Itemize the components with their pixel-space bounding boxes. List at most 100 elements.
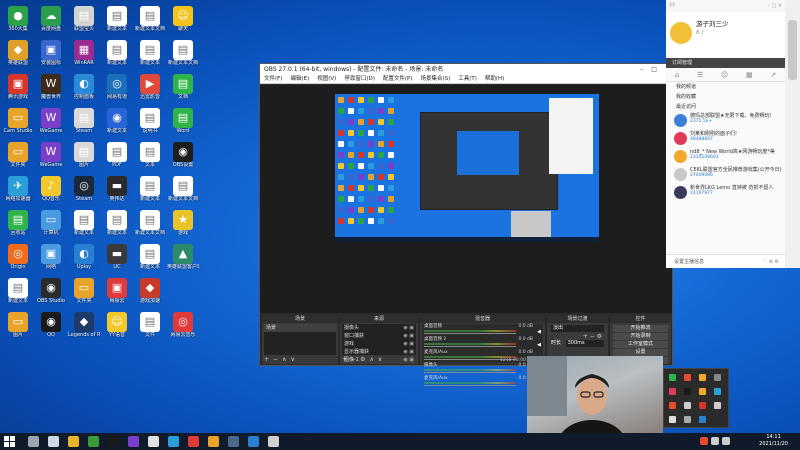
source-item[interactable]: 游戏 ◉ ▣	[342, 340, 416, 348]
source-item[interactable]: 摄像头 ◉ ▣	[342, 324, 416, 332]
desktop-icon[interactable]: ▤ 新建文本	[101, 40, 133, 76]
source-properties-gear-icon[interactable]: ⚙	[360, 356, 365, 363]
desktop-icon[interactable]: ☺ 聊天	[167, 6, 199, 42]
list-icon[interactable]: ☰	[697, 71, 703, 79]
tray-app-icon[interactable]	[669, 402, 676, 409]
desktop-icon[interactable]: ▤ 新建文本文档	[167, 176, 199, 212]
obs-menu-item[interactable]: 配置文件(P)	[383, 75, 413, 83]
add-transition-icon[interactable]: +	[583, 333, 588, 340]
desktop-icon[interactable]: ▤ 文本	[134, 142, 166, 178]
tray-app-icon[interactable]	[684, 416, 691, 423]
obs-preview-canvas[interactable]	[335, 94, 599, 242]
desktop-icon[interactable]: ◉ 新建文本	[101, 108, 133, 144]
more-icon[interactable]: ▦	[746, 71, 753, 79]
desktop-icon[interactable]: ◉ OBS Studio	[35, 278, 67, 314]
desktop-icon[interactable]: ◆ 游戏加速	[134, 278, 166, 314]
desktop-icon[interactable]: ▤ Word	[167, 108, 199, 144]
obs-menu-item[interactable]: 停靠窗口(D)	[344, 75, 375, 83]
volume-slider[interactable]	[424, 333, 516, 334]
speaker-icon[interactable]: ◀	[537, 342, 541, 348]
desktop-icon[interactable]: ▤ 新建文本	[101, 210, 133, 246]
desktop-icon[interactable]: ▤ 回收站	[2, 210, 34, 246]
desktop-icon[interactable]: ▤ 图片	[68, 142, 100, 178]
desktop-icon[interactable]: ▣ 网络	[35, 244, 67, 280]
tray-app-icon[interactable]	[684, 402, 691, 409]
desktop-icon[interactable]: ▤ PDF	[101, 142, 133, 178]
desktop-icon[interactable]: W WeGame	[35, 108, 67, 144]
desktop-icon[interactable]: ▭ 文件夹	[2, 142, 34, 178]
feed-item[interactable]: nd8_* New World高★网游畅玩度*美 2314108603	[666, 148, 785, 166]
desktop-icon[interactable]: ▤ 联盟宝贝	[68, 6, 100, 42]
move-up-icon[interactable]: ∧	[282, 356, 286, 363]
minimize-icon[interactable]: –	[640, 64, 643, 75]
tray-app-icon[interactable]	[699, 416, 706, 423]
desktop-icon[interactable]: W 魔兽世界	[35, 74, 67, 110]
desktop-icon[interactable]: ● 360大集	[2, 6, 34, 42]
desktop-icon[interactable]: ▤ 文档	[167, 74, 199, 110]
edge-icon[interactable]	[168, 436, 179, 447]
desktop-icon[interactable]: ◎ Origin	[2, 244, 34, 280]
system-tray-overflow[interactable]	[663, 368, 729, 428]
desktop-icon[interactable]: ▣ 腾讯游戏	[2, 74, 34, 110]
volume-icon[interactable]	[722, 437, 730, 445]
tray-app-icon[interactable]	[700, 437, 708, 445]
netease-icon[interactable]	[188, 436, 199, 447]
task-view-icon[interactable]	[48, 436, 59, 447]
desktop-icon[interactable]: ▶ 迅雷影音	[134, 74, 166, 110]
transition-type-select[interactable]: 淡出	[551, 325, 604, 332]
desktop-icon[interactable]: ▤ 文件	[134, 312, 166, 348]
media-icon[interactable]	[248, 436, 259, 447]
desktop-icon[interactable]: ▭ Cam Studio	[2, 108, 34, 144]
desktop-icon[interactable]: ▤ 新建文本	[134, 244, 166, 280]
network-icon[interactable]	[711, 437, 719, 445]
control-button[interactable]: 设置	[613, 349, 668, 356]
desktop-icon[interactable]: ◎ 网易云音乐	[167, 312, 199, 348]
desktop-icon[interactable]: ▭ 文件夹	[68, 278, 100, 314]
desktop-icon[interactable]: ◉ QQ	[35, 312, 67, 348]
windows-start-icon[interactable]	[4, 436, 15, 447]
desktop-icon[interactable]: ✈ 网络加速器	[2, 176, 34, 212]
client-menu-item[interactable]: 我的收藏	[666, 92, 785, 102]
obs-icon[interactable]	[148, 436, 159, 447]
footer-label[interactable]: 设置主播信息	[674, 259, 704, 265]
panel-scrollbar[interactable]	[785, 0, 800, 268]
move-down-icon[interactable]: ∨	[378, 356, 382, 363]
file-explorer-icon[interactable]	[68, 436, 79, 447]
tray-app-icon[interactable]	[714, 402, 721, 409]
move-down-icon[interactable]: ∨	[290, 356, 294, 363]
desktop-icon[interactable]: ▤ 新建文本文档	[167, 40, 199, 76]
footer-icons[interactable]: ♡ ⊕ ⚙	[763, 255, 779, 269]
obs-menu-item[interactable]: 工具(T)	[458, 75, 477, 83]
volume-slider[interactable]	[424, 372, 516, 373]
tray-app-icon[interactable]	[699, 402, 706, 409]
desktop-icon[interactable]: ◉ OBS设置	[167, 142, 199, 178]
desktop-icon[interactable]: ☺ YY语音	[101, 312, 133, 348]
obs-menu-item[interactable]: 帮助(H)	[485, 75, 504, 83]
search-icon[interactable]	[28, 436, 39, 447]
control-button[interactable]: 开始推流	[613, 325, 668, 332]
move-up-icon[interactable]: ∧	[369, 356, 373, 363]
music-icon[interactable]	[268, 436, 279, 447]
desktop-icon[interactable]: ◎ 网易有道	[101, 74, 133, 110]
add-source-icon[interactable]: +	[342, 356, 347, 363]
streaming-client-panel[interactable]: YY – □ ✕ 游子刘三少 8 ♪ 订阅管理 ⌂ ☰ ☺ ▦ ↗ 我的频道 我的…	[666, 0, 785, 268]
desktop-icon[interactable]: ▭ 图片	[2, 312, 34, 348]
remove-scene-icon[interactable]: −	[273, 356, 278, 363]
subscription-banner[interactable]: 订阅管理	[666, 58, 785, 68]
tray-app-icon[interactable]	[669, 388, 676, 395]
scene-item[interactable]: 场景	[264, 324, 336, 332]
desktop-icon[interactable]: ★ 游戏	[167, 210, 199, 246]
home-icon[interactable]: ⌂	[675, 71, 679, 79]
taskbar-clock[interactable]: 14:11 2021/11/20	[759, 434, 788, 448]
desktop-icon[interactable]: ◆Legends of Runeterra	[68, 312, 100, 348]
chrome-icon[interactable]	[88, 436, 99, 447]
desktop-icon[interactable]: ▬ UC	[101, 244, 133, 280]
tray-app-icon[interactable]	[699, 374, 706, 381]
scenes-list[interactable]: 场景	[264, 324, 336, 355]
desktop-icon[interactable]: ▤ 新建文本	[68, 210, 100, 246]
sources-list[interactable]: 摄像头 ◉ ▣ 窗口捕获 ◉ ▣ 游戏 ◉ ▣ 显示器捕获 ◉ ▣ 图像 1 ◉ ▣	[342, 324, 416, 363]
desktop-icon[interactable]: ▬ 英伟达	[101, 176, 133, 212]
desktop-icon[interactable]: ▤ 新建文本	[101, 6, 133, 42]
desktop-icon[interactable]: ◐ Uplay	[68, 244, 100, 280]
obs-menu-item[interactable]: 编辑(E)	[290, 75, 309, 83]
